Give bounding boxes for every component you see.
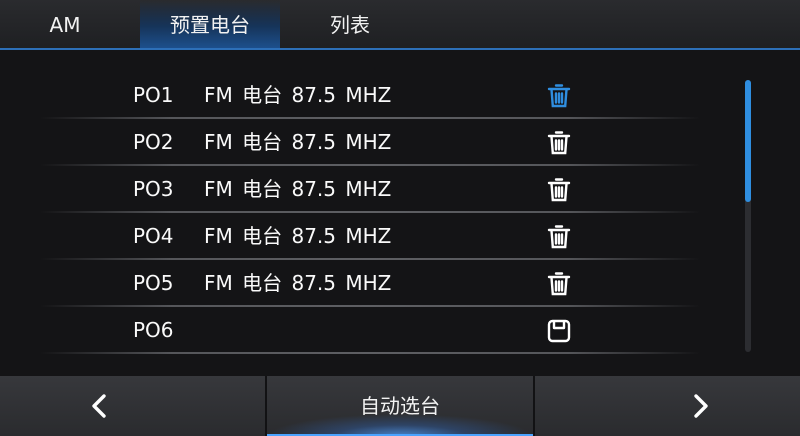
preset-row[interactable]: PO5 FM 电台 87.5 MHZ [0,260,740,307]
preset-number: PO4 [133,224,174,248]
trash-icon[interactable] [545,270,573,298]
trash-icon[interactable] [545,82,573,110]
trash-icon[interactable] [545,223,573,251]
bottom-control-bar: 自动选台 [0,376,800,436]
preset-row[interactable]: PO3 FM 电台 87.5 MHZ [0,166,740,213]
next-button[interactable] [535,376,800,436]
preset-row[interactable]: PO2 FM 电台 87.5 MHZ [0,119,740,166]
tab-bar-underline [0,48,800,50]
tab-bar: AM 预置电台 列表 [0,0,800,50]
row-divider [40,352,700,354]
tab-am[interactable]: AM [18,0,112,48]
preset-station: FM 电台 87.5 MHZ [204,177,392,201]
chevron-left-icon [92,394,106,418]
scrollbar-thumb[interactable] [745,80,751,202]
preset-row[interactable]: PO6 [0,307,740,354]
tab-am-label: AM [49,13,81,37]
previous-button[interactable] [0,376,265,436]
tab-list[interactable]: 列表 [300,0,400,48]
preset-station: FM 电台 87.5 MHZ [204,83,392,107]
preset-number: PO2 [133,130,174,154]
preset-station: FM 电台 87.5 MHZ [204,224,392,248]
preset-number: PO3 [133,177,174,201]
preset-list: PO1 FM 电台 87.5 MHZ PO2 FM 电台 87.5 MHZ PO… [0,52,740,374]
preset-station: FM 电台 87.5 MHZ [204,130,392,154]
preset-row[interactable]: PO4 FM 电台 87.5 MHZ [0,213,740,260]
trash-icon[interactable] [545,129,573,157]
auto-scan-label: 自动选台 [360,394,440,418]
trash-icon[interactable] [545,176,573,204]
tab-preset-stations-label: 预置电台 [170,13,250,37]
preset-number: PO6 [133,318,174,342]
tab-preset-stations[interactable]: 预置电台 [140,0,280,48]
preset-station: FM 电台 87.5 MHZ [204,271,392,295]
save-icon[interactable] [545,317,573,345]
preset-number: PO1 [133,83,174,107]
preset-row[interactable]: PO1 FM 电台 87.5 MHZ [0,72,740,119]
chevron-right-icon [694,394,708,418]
auto-scan-button[interactable]: 自动选台 [267,376,533,436]
tab-list-label: 列表 [330,13,370,37]
preset-number: PO5 [133,271,174,295]
